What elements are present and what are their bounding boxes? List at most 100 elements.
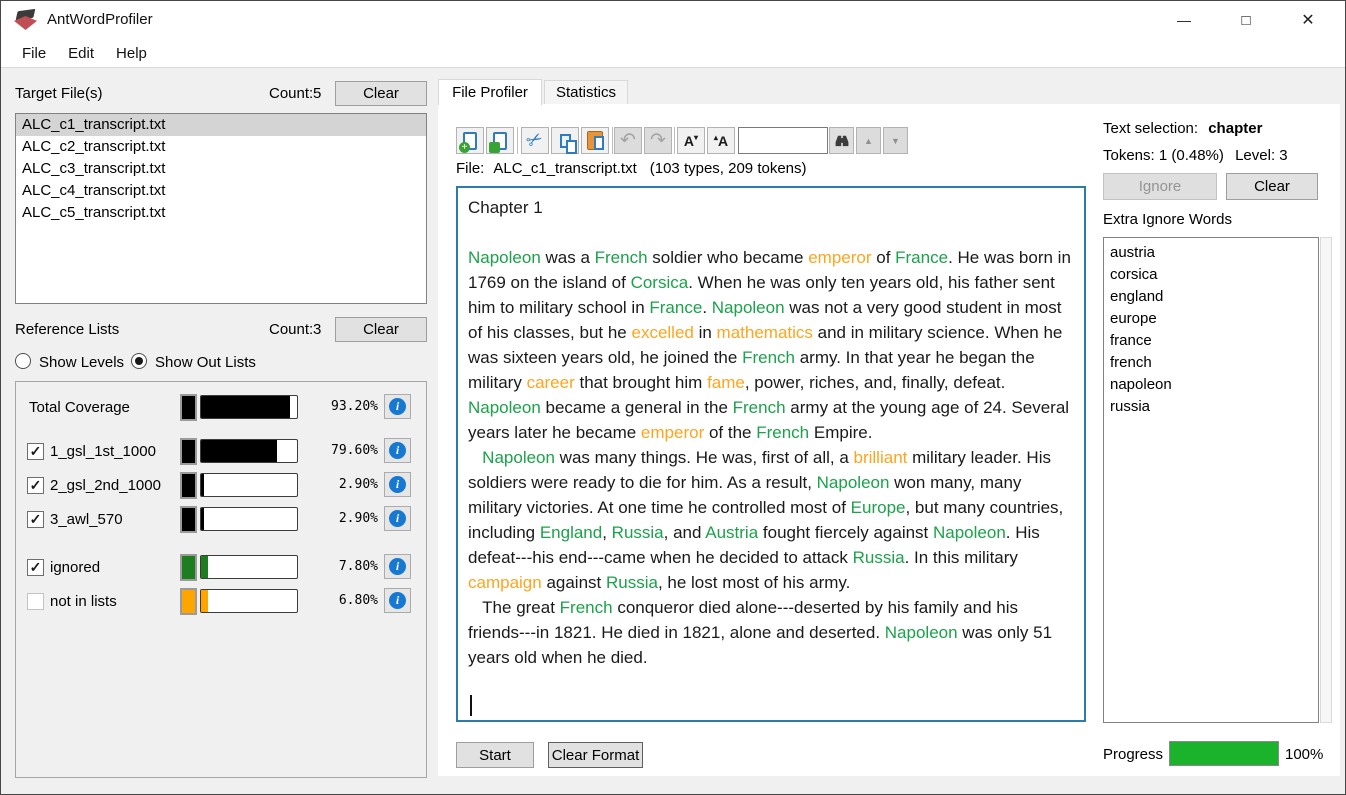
font-increase-button[interactable]: ▴A: [707, 127, 735, 154]
menu-file[interactable]: File: [11, 45, 57, 62]
progress-bar: [1169, 741, 1279, 766]
find-button[interactable]: [829, 127, 854, 154]
ignored-word: French: [595, 248, 648, 267]
show-out-lists-radio[interactable]: [131, 353, 147, 369]
1_gsl_1st_1000-checkbox[interactable]: ✓: [27, 443, 44, 460]
not-in-lists-checkbox[interactable]: [27, 593, 44, 610]
redo-button[interactable]: ↷: [644, 127, 672, 154]
tab-statistics[interactable]: Statistics: [544, 80, 628, 105]
color-swatch: [180, 472, 197, 499]
ignore-word-item[interactable]: france: [1104, 330, 1318, 352]
text-run: that brought him: [575, 373, 707, 392]
coverage-label: 3_awl_570: [50, 506, 178, 533]
ignored-word: England: [540, 523, 602, 542]
coverage-percent: 93.20%: [300, 399, 378, 414]
redo-icon: ↷: [650, 131, 666, 150]
coverage-bar-fill: [201, 556, 208, 578]
tab-file-profiler[interactable]: File Profiler: [438, 79, 542, 105]
file-info-name: ALC_c1_transcript.txt: [493, 160, 636, 177]
ignored-checkbox[interactable]: ✓: [27, 559, 44, 576]
text-run: The great: [468, 598, 560, 617]
file-info-prefix: File:: [456, 160, 484, 177]
ignore-word-item[interactable]: napoleon: [1104, 374, 1318, 396]
ignore-word-item[interactable]: corsica: [1104, 264, 1318, 286]
ignore-button[interactable]: Ignore: [1103, 173, 1217, 200]
window-title: AntWordProfiler: [47, 11, 153, 28]
ignored-word: Russia: [612, 523, 664, 542]
show-levels-label: Show Levels: [39, 354, 124, 371]
text-cursor: [470, 695, 472, 716]
document-text[interactable]: Chapter 1Napoleon was a French soldier w…: [456, 186, 1086, 722]
find-previous-button[interactable]: ▲: [856, 127, 881, 154]
antwordprofiler-window: AntWordProfiler — □ ✕ FileEditHelp Targe…: [0, 0, 1346, 795]
coverage-bar: [200, 395, 298, 419]
font-decrease-button[interactable]: A▾: [677, 127, 705, 154]
ignore-words-scrollbar[interactable]: [1320, 237, 1332, 723]
save-file-button[interactable]: [486, 127, 514, 154]
ignored-word: French: [742, 348, 795, 367]
ignore-word-item[interactable]: russia: [1104, 396, 1318, 418]
find-next-button[interactable]: ▼: [883, 127, 908, 154]
target-file-list[interactable]: ALC_c1_transcript.txtALC_c2_transcript.t…: [15, 113, 427, 304]
info-button[interactable]: i: [384, 438, 411, 463]
info-button[interactable]: i: [384, 472, 411, 497]
font-increase-icon: ▴A: [714, 133, 728, 149]
minimize-button[interactable]: —: [1153, 1, 1215, 39]
file-item[interactable]: ALC_c2_transcript.txt: [16, 136, 426, 158]
not-in-list-word: emperor: [641, 423, 704, 442]
file-item[interactable]: ALC_c4_transcript.txt: [16, 180, 426, 202]
ignore-word-item[interactable]: french: [1104, 352, 1318, 374]
progress-value: 100%: [1285, 746, 1323, 763]
not-in-list-word: career: [527, 373, 575, 392]
paste-button[interactable]: [581, 127, 609, 154]
info-button[interactable]: i: [384, 554, 411, 579]
ignored-word: France: [895, 248, 948, 267]
ignore-word-item[interactable]: europe: [1104, 308, 1318, 330]
copy-button[interactable]: [551, 127, 579, 154]
maximize-button[interactable]: □: [1215, 1, 1277, 39]
coverage-row: not in lists6.80%i: [16, 588, 426, 615]
menu-edit[interactable]: Edit: [57, 45, 105, 62]
reference-lists-clear-button[interactable]: Clear: [335, 317, 427, 342]
text-run: .: [702, 298, 711, 317]
copy-front-page: [566, 140, 577, 154]
info-icon: i: [389, 558, 406, 575]
info-button[interactable]: i: [384, 394, 411, 419]
coverage-row: ✓3_awl_5702.90%i: [16, 506, 426, 533]
ignored-word: Napoleon: [885, 623, 958, 642]
new-file-button[interactable]: +: [456, 127, 484, 154]
2_gsl_2nd_1000-checkbox[interactable]: ✓: [27, 477, 44, 494]
selection-clear-button[interactable]: Clear: [1226, 173, 1318, 200]
3_awl_570-checkbox[interactable]: ✓: [27, 511, 44, 528]
undo-button[interactable]: ↶: [614, 127, 642, 154]
show-levels-radio[interactable]: [15, 353, 31, 369]
paragraph: Napoleon was a French soldier who became…: [468, 245, 1074, 445]
file-item[interactable]: ALC_c3_transcript.txt: [16, 158, 426, 180]
file-item[interactable]: ALC_c5_transcript.txt: [16, 202, 426, 224]
ignore-word-item[interactable]: england: [1104, 286, 1318, 308]
coverage-percent: 7.80%: [300, 559, 378, 574]
show-out-lists-label: Show Out Lists: [155, 354, 256, 371]
menu-help[interactable]: Help: [105, 45, 158, 62]
file-info-stats: (103 types, 209 tokens): [650, 160, 807, 177]
cut-button[interactable]: ✂: [521, 127, 549, 154]
font-decrease-icon: A▾: [684, 133, 698, 149]
target-files-clear-button[interactable]: Clear: [335, 81, 427, 106]
file-item[interactable]: ALC_c1_transcript.txt: [16, 114, 426, 136]
clear-format-button[interactable]: Clear Format: [548, 742, 643, 768]
ignore-words-list[interactable]: austriacorsicaenglandeuropefrancefrenchn…: [1103, 237, 1319, 723]
text-run: against: [542, 573, 606, 592]
info-button[interactable]: i: [384, 588, 411, 613]
not-in-list-word: brilliant: [854, 448, 908, 467]
coverage-label: not in lists: [50, 588, 178, 615]
ignored-word: Europe: [851, 498, 906, 517]
start-button[interactable]: Start: [456, 742, 534, 768]
info-button[interactable]: i: [384, 506, 411, 531]
not-in-list-word: campaign: [468, 573, 542, 592]
paste-icon: [587, 131, 603, 150]
ignored-word: Napoleon: [468, 398, 541, 417]
close-button[interactable]: ✕: [1277, 1, 1339, 39]
text-selection-label: Text selection:: [1103, 120, 1198, 137]
ignore-word-item[interactable]: austria: [1104, 242, 1318, 264]
search-input[interactable]: [738, 127, 828, 154]
